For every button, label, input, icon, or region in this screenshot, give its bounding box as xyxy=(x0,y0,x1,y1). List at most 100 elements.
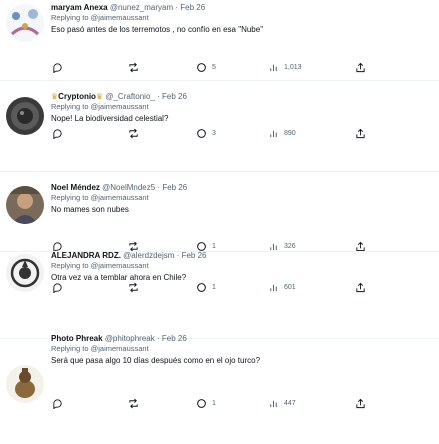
tweet-3[interactable]: Noel Méndez @NoelMndez5 · Feb 26 Replyin… xyxy=(0,182,439,252)
separator-dot: · xyxy=(156,334,160,343)
tweet-date[interactable]: Feb 26 xyxy=(162,92,187,101)
tweet-4[interactable]: ALEJANDRA RDZ. @alerdzdejsm · Feb 26 Rep… xyxy=(0,250,439,330)
reply-icon xyxy=(53,128,62,139)
reply-context: Replying to @jaimemaussant xyxy=(51,13,431,23)
retweet-icon xyxy=(129,128,138,138)
views-count: 326 xyxy=(284,242,296,250)
avatar-image xyxy=(6,4,44,42)
views-button[interactable]: 447 xyxy=(268,396,296,410)
tweet-header: ♛Cryptonio♛ @_Craftonio_ · Feb 26 xyxy=(51,91,431,102)
reply-button[interactable] xyxy=(52,126,68,140)
like-count: 5 xyxy=(212,63,216,71)
share-icon xyxy=(356,282,365,292)
tweet-text: Será que pasa algo 10 días después como … xyxy=(51,356,261,365)
reply-mention[interactable]: @jaimemaussant xyxy=(91,13,149,22)
reply-icon xyxy=(53,282,62,293)
reply-mention[interactable]: @jaimemaussant xyxy=(91,261,149,270)
tweet-text: No mames son nubes xyxy=(51,205,129,214)
separator-dot: · xyxy=(176,251,180,260)
share-button[interactable] xyxy=(355,280,366,294)
like-icon xyxy=(197,282,206,292)
tweet-2[interactable]: ♛Cryptonio♛ @_Craftonio_ · Feb 26 Replyi… xyxy=(0,91,439,161)
reply-prefix: Replying to xyxy=(51,102,89,111)
tweet-header: ALEJANDRA RDZ. @alerdzdejsm · Feb 26 xyxy=(51,250,431,261)
views-count: 890 xyxy=(284,129,296,137)
retweet-button[interactable] xyxy=(128,60,144,74)
views-icon xyxy=(270,64,277,71)
reply-prefix: Replying to xyxy=(51,193,89,202)
views-count: 1,013 xyxy=(284,63,302,71)
separator-dot: · xyxy=(157,183,161,192)
tweet-actions: 1 601 xyxy=(0,280,439,294)
author-name[interactable]: Noel Méndez xyxy=(51,183,100,192)
reply-icon xyxy=(53,398,62,409)
reply-button[interactable] xyxy=(52,280,68,294)
author-handle[interactable]: @_Craftonio_ xyxy=(105,92,154,101)
views-icon xyxy=(270,130,277,137)
reply-mention[interactable]: @jaimemaussant xyxy=(91,193,149,202)
avatar[interactable] xyxy=(6,4,44,42)
like-button[interactable]: 5 xyxy=(196,60,216,74)
tweet-date[interactable]: Feb 26 xyxy=(180,3,205,12)
tweet-actions: 1 447 xyxy=(0,396,439,410)
reply-prefix: Replying to xyxy=(51,13,89,22)
tweet-text: Eso pasó antes de los terremotos , no co… xyxy=(51,25,264,34)
tweet-date[interactable]: Feb 26 xyxy=(162,183,187,192)
like-button[interactable]: 3 xyxy=(196,126,216,140)
author-name[interactable]: Cryptonio xyxy=(58,92,96,101)
views-icon xyxy=(270,400,277,407)
author-handle[interactable]: @nunez_maryam xyxy=(110,3,173,12)
author-handle[interactable]: @phitophreak xyxy=(105,334,155,343)
reply-button[interactable] xyxy=(52,396,68,410)
tweet-date[interactable]: Feb 26 xyxy=(182,251,207,260)
reply-context: Replying to @jaimemaussant xyxy=(51,261,431,271)
share-button[interactable] xyxy=(355,396,366,410)
views-count: 601 xyxy=(284,283,296,291)
reply-context: Replying to @jaimemaussant xyxy=(51,102,431,112)
views-button[interactable]: 890 xyxy=(268,126,296,140)
share-button[interactable] xyxy=(355,60,366,74)
like-count: 3 xyxy=(212,129,216,137)
tweet-1[interactable]: maryam Anexa @nunez_maryam · Feb 26 Repl… xyxy=(0,2,439,78)
reply-context: Replying to @jaimemaussant xyxy=(51,344,431,354)
share-button[interactable] xyxy=(355,126,366,140)
reply-mention[interactable]: @jaimemaussant xyxy=(91,344,149,353)
reply-mention[interactable]: @jaimemaussant xyxy=(91,102,149,111)
reply-prefix: Replying to xyxy=(51,344,89,353)
retweet-button[interactable] xyxy=(128,280,144,294)
like-icon xyxy=(197,62,206,72)
reply-button[interactable] xyxy=(52,60,68,74)
tweet-actions: 5 1,013 xyxy=(0,60,439,74)
retweet-icon xyxy=(129,398,138,408)
tweet-header: maryam Anexa @nunez_maryam · Feb 26 xyxy=(51,2,431,13)
divider xyxy=(0,80,439,81)
author-handle[interactable]: @alerdzdejsm xyxy=(123,251,174,260)
separator-dot: · xyxy=(157,92,160,101)
author-name[interactable]: maryam Anexa xyxy=(51,3,108,12)
retweet-icon xyxy=(129,62,138,72)
author-name[interactable]: Photo Phreak xyxy=(51,334,103,343)
like-count: 1 xyxy=(212,242,216,250)
retweet-button[interactable] xyxy=(128,396,144,410)
reply-prefix: Replying to xyxy=(51,261,89,270)
tweet-5[interactable]: Photo Phreak @phitophreak · Feb 26 Reply… xyxy=(0,333,439,441)
avatar[interactable] xyxy=(6,186,44,224)
share-icon xyxy=(356,62,365,72)
like-button[interactable]: 1 xyxy=(196,396,216,410)
like-button[interactable]: 1 xyxy=(196,280,216,294)
retweet-icon xyxy=(129,282,138,292)
views-count: 447 xyxy=(284,399,296,407)
author-name[interactable]: ALEJANDRA RDZ. xyxy=(51,251,121,260)
avatar-image xyxy=(6,186,44,224)
author-handle[interactable]: @NoelMndez5 xyxy=(102,183,155,192)
tweet-date[interactable]: Feb 26 xyxy=(162,334,187,343)
views-button[interactable]: 601 xyxy=(268,280,296,294)
divider xyxy=(0,171,439,172)
like-icon xyxy=(197,128,206,138)
like-count: 1 xyxy=(212,399,216,407)
share-icon xyxy=(356,398,365,408)
share-icon xyxy=(356,128,365,138)
like-count: 1 xyxy=(212,283,216,291)
retweet-button[interactable] xyxy=(128,126,144,140)
views-button[interactable]: 1,013 xyxy=(268,60,302,74)
